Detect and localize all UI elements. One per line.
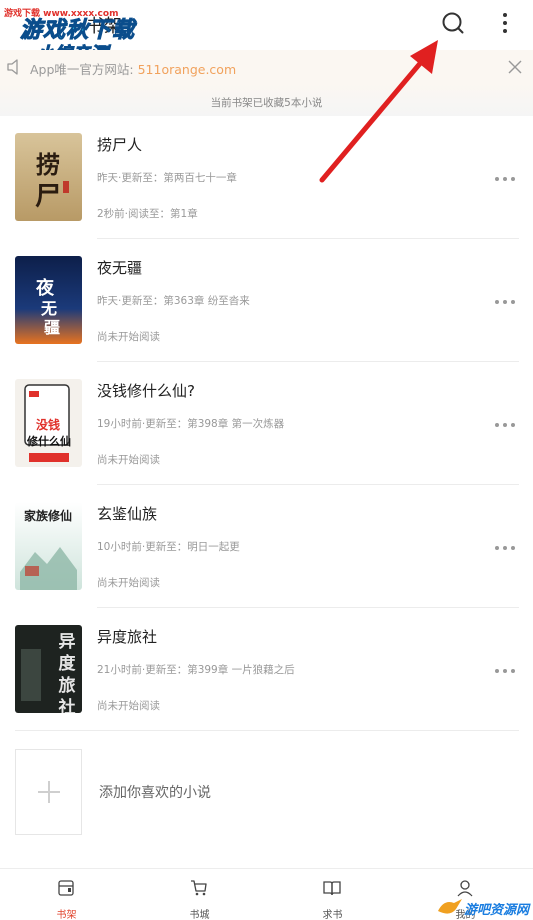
book-icon xyxy=(323,879,341,897)
book-item[interactable]: 捞 尸 捞尸人 昨天·更新至：第两百七十一章 2秒前·阅读至：第1章 xyxy=(0,116,533,239)
book-cover[interactable]: 异 度 旅 社 xyxy=(15,625,82,713)
nav-request[interactable]: 求书 xyxy=(266,869,399,920)
svg-text:没钱: 没钱 xyxy=(36,417,60,432)
speaker-icon xyxy=(6,59,24,75)
book-progress: 尚未开始阅读 xyxy=(97,454,160,466)
svg-text:尸: 尸 xyxy=(35,182,61,212)
book-cover[interactable]: 捞 尸 xyxy=(15,133,82,221)
book-update: 21小时前·更新至：第399章 一片狼藉之后 xyxy=(97,664,295,676)
svg-text:夜: 夜 xyxy=(35,277,55,299)
book-update: 10小时前·更新至：明日一起更 xyxy=(97,541,240,553)
book-item[interactable]: 异 度 旅 社 异度旅社 21小时前·更新至：第399章 一片狼藉之后 尚未开始… xyxy=(0,608,533,731)
user-icon xyxy=(456,879,474,897)
book-title[interactable]: 玄鉴仙族 xyxy=(97,503,157,524)
nav-bookstore[interactable]: 书城 xyxy=(133,869,266,920)
svg-text:家族修仙: 家族修仙 xyxy=(24,508,72,523)
add-book-button[interactable] xyxy=(15,749,82,835)
add-book-label[interactable]: 添加你喜欢的小说 xyxy=(99,782,211,802)
book-item[interactable]: 没钱 修什么仙 没钱修什么仙? 19小时前·更新至：第398章 第一次炼器 尚未… xyxy=(0,362,533,485)
book-progress: 2秒前·阅读至：第1章 xyxy=(97,208,198,220)
more-horizontal-icon[interactable] xyxy=(494,291,516,304)
svg-text:捞: 捞 xyxy=(36,150,60,179)
book-progress: 尚未开始阅读 xyxy=(97,331,160,343)
close-icon[interactable] xyxy=(507,59,523,75)
book-progress: 尚未开始阅读 xyxy=(97,700,160,712)
official-site-link[interactable]: 511orange.com xyxy=(138,62,237,77)
more-vertical-icon[interactable] xyxy=(496,10,514,36)
top-bar: 书架 游戏下载 www.xxxx.com 游戏秋下载 小编亲测 xyxy=(0,0,533,66)
book-item[interactable]: 夜 无 疆 夜无疆 昨天·更新至：第363章 纷至沓来 尚未开始阅读 xyxy=(0,239,533,362)
cart-icon xyxy=(190,879,208,897)
book-title[interactable]: 夜无疆 xyxy=(97,257,142,278)
svg-text:度: 度 xyxy=(59,653,77,674)
book-item[interactable]: 家族修仙 玄鉴仙族 10小时前·更新至：明日一起更 尚未开始阅读 xyxy=(0,485,533,608)
book-cover[interactable]: 家族修仙 xyxy=(15,502,82,590)
book-update: 昨天·更新至：第363章 纷至沓来 xyxy=(97,295,250,307)
more-horizontal-icon[interactable] xyxy=(494,537,516,550)
book-cover[interactable]: 夜 无 疆 xyxy=(15,256,82,344)
notice-bar: App唯一官方网站: 511orange.com xyxy=(0,50,533,84)
book-title[interactable]: 没钱修什么仙? xyxy=(97,380,195,401)
more-horizontal-icon[interactable] xyxy=(494,168,516,181)
notice-text: App唯一官方网站: 511orange.com xyxy=(30,62,237,77)
svg-text:异: 异 xyxy=(59,632,76,652)
svg-text:疆: 疆 xyxy=(44,318,60,337)
book-update: 昨天·更新至：第两百七十一章 xyxy=(97,172,237,184)
svg-text:社: 社 xyxy=(58,697,76,713)
book-progress: 尚未开始阅读 xyxy=(97,577,160,589)
svg-text:旅: 旅 xyxy=(59,675,76,696)
nav-bookshelf[interactable]: 书架 xyxy=(0,869,133,920)
divider xyxy=(15,730,519,731)
shelf-count: 当前书架已收藏5本小说 xyxy=(0,84,533,116)
book-title[interactable]: 捞尸人 xyxy=(97,134,142,155)
book-title[interactable]: 异度旅社 xyxy=(97,626,157,647)
plus-icon xyxy=(36,779,62,805)
search-icon[interactable] xyxy=(440,10,466,36)
watermark-bottom-right: 游吧资源网 xyxy=(434,896,533,920)
more-horizontal-icon[interactable] xyxy=(494,660,516,673)
svg-text:修什么仙: 修什么仙 xyxy=(26,434,71,448)
more-horizontal-icon[interactable] xyxy=(494,414,516,427)
book-cover[interactable]: 没钱 修什么仙 xyxy=(15,379,82,467)
book-update: 19小时前·更新至：第398章 第一次炼器 xyxy=(97,418,285,430)
bookshelf-icon xyxy=(57,879,75,897)
svg-text:无: 无 xyxy=(40,299,57,318)
